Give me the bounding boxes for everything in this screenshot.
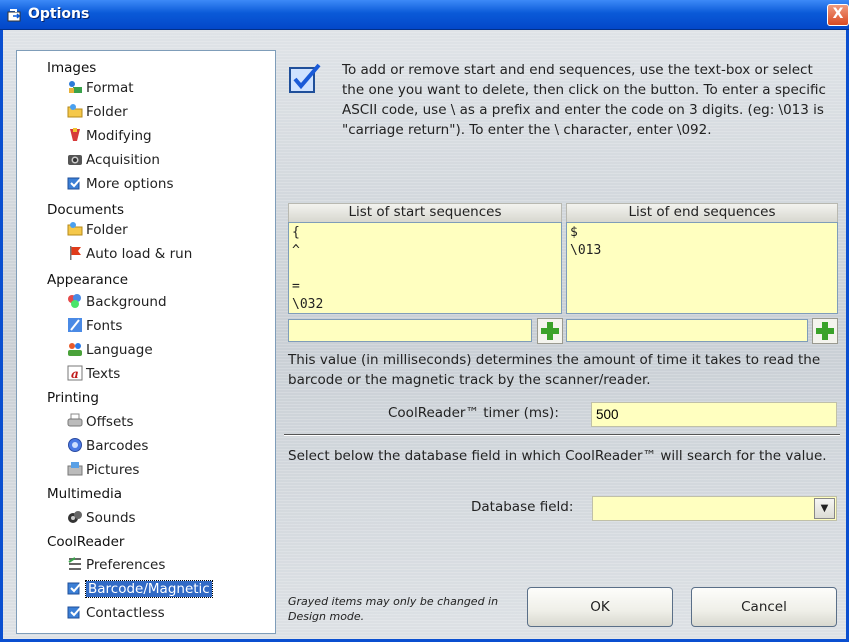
cancel-button[interactable]: Cancel: [691, 587, 837, 627]
modifying-icon: [70, 128, 80, 141]
tree-item-images-folder[interactable]: Folder: [67, 102, 128, 122]
camera-icon: [68, 155, 82, 165]
background-icon: [68, 294, 81, 308]
barcode-magnetic-icon: [67, 581, 83, 595]
list-item[interactable]: {: [292, 224, 558, 242]
tree-item-barcode-magnetic[interactable]: Barcode/Magnetic: [67, 579, 213, 599]
database-field-select[interactable]: ▼: [592, 496, 837, 521]
tree-item-format[interactable]: Format: [67, 78, 134, 98]
tree-item-more-options[interactable]: More options: [67, 174, 173, 194]
list-item[interactable]: $: [570, 224, 834, 242]
list-item[interactable]: =: [292, 278, 558, 296]
title-bar[interactable]: Options X: [0, 0, 849, 30]
tree-item-offsets[interactable]: Offsets: [67, 412, 134, 432]
sounds-icon: [68, 511, 82, 523]
design-mode-note: Grayed items may only be changed in Desi…: [288, 595, 499, 623]
options-window: Options X Images Format Folder Modifying…: [0, 0, 849, 642]
tree-item-documents-folder[interactable]: Folder: [67, 220, 128, 240]
chevron-down-icon: ▼: [820, 503, 829, 514]
section-divider: [284, 434, 840, 436]
ok-button[interactable]: OK: [527, 587, 673, 627]
tree-item-language[interactable]: Language: [67, 340, 153, 360]
close-icon: X: [832, 6, 844, 22]
pictures-icon: [67, 462, 83, 476]
tree-item-contactless[interactable]: Contactless: [67, 603, 165, 623]
database-description: Select below the database field in which…: [288, 448, 827, 464]
folder-icon: [67, 104, 83, 118]
format-icon: [69, 81, 82, 93]
end-sequences-header: List of end sequences: [566, 203, 838, 223]
add-end-sequence-button[interactable]: [812, 318, 838, 344]
fonts-icon: [68, 318, 82, 332]
tree-category-appearance[interactable]: Appearance: [47, 271, 128, 289]
database-field-label: Database field:: [471, 499, 574, 515]
list-item[interactable]: ^: [292, 242, 558, 260]
tree-category-images[interactable]: Images: [47, 59, 96, 77]
tree-item-background[interactable]: Background: [67, 292, 167, 312]
contactless-icon: [67, 605, 83, 619]
tree-category-coolreader[interactable]: CoolReader: [47, 533, 124, 551]
tree-item-sounds[interactable]: Sounds: [67, 508, 136, 528]
tree-category-documents[interactable]: Documents: [47, 201, 124, 219]
more-options-icon: [67, 176, 83, 190]
language-icon: [68, 343, 82, 356]
options-window-icon: [7, 9, 21, 22]
svg-text:a: a: [71, 367, 79, 381]
tree-item-texts[interactable]: a Texts: [67, 364, 120, 384]
tree-item-modifying[interactable]: Modifying: [67, 126, 152, 146]
barcodes-icon: [68, 438, 82, 452]
end-sequences-list[interactable]: $ \013: [566, 222, 838, 314]
tree-item-preferences[interactable]: Preferences: [67, 555, 165, 575]
list-item[interactable]: [292, 260, 558, 278]
tree-category-multimedia[interactable]: Multimedia: [47, 485, 122, 503]
list-item[interactable]: \032: [292, 296, 558, 313]
window-title: Options: [28, 6, 90, 22]
end-sequence-input[interactable]: [566, 319, 808, 342]
texts-icon: a: [67, 365, 83, 381]
close-button[interactable]: X: [827, 4, 849, 26]
start-sequence-input[interactable]: [288, 319, 532, 342]
tree-item-pictures[interactable]: Pictures: [67, 460, 139, 480]
dropdown-arrow-button[interactable]: ▼: [814, 498, 835, 519]
start-sequences-list[interactable]: { ^ = \032: [288, 222, 562, 314]
info-text: To add or remove start and end sequences…: [342, 62, 826, 138]
timer-label: CoolReader™ timer (ms):: [388, 405, 559, 421]
tree-item-fonts[interactable]: Fonts: [67, 316, 122, 336]
timer-description: This value (in milliseconds) determines …: [288, 352, 821, 388]
printer-icon: [67, 413, 83, 427]
tree-category-printing[interactable]: Printing: [47, 389, 99, 407]
flag-icon: [70, 246, 81, 260]
list-item[interactable]: \013: [570, 242, 834, 260]
add-start-sequence-button[interactable]: [537, 318, 563, 344]
tree-item-acquisition[interactable]: Acquisition: [67, 150, 160, 170]
tree-item-auto-load-run[interactable]: Auto load & run: [67, 244, 192, 264]
timer-input[interactable]: [591, 402, 837, 427]
folder-icon: [67, 222, 83, 236]
options-tree[interactable]: Images Format Folder Modifying Acquisiti…: [16, 50, 276, 634]
start-sequences-header: List of start sequences: [288, 203, 562, 223]
info-check-icon: [289, 63, 321, 93]
tree-item-barcodes[interactable]: Barcodes: [67, 436, 148, 456]
preferences-icon: [68, 557, 81, 570]
